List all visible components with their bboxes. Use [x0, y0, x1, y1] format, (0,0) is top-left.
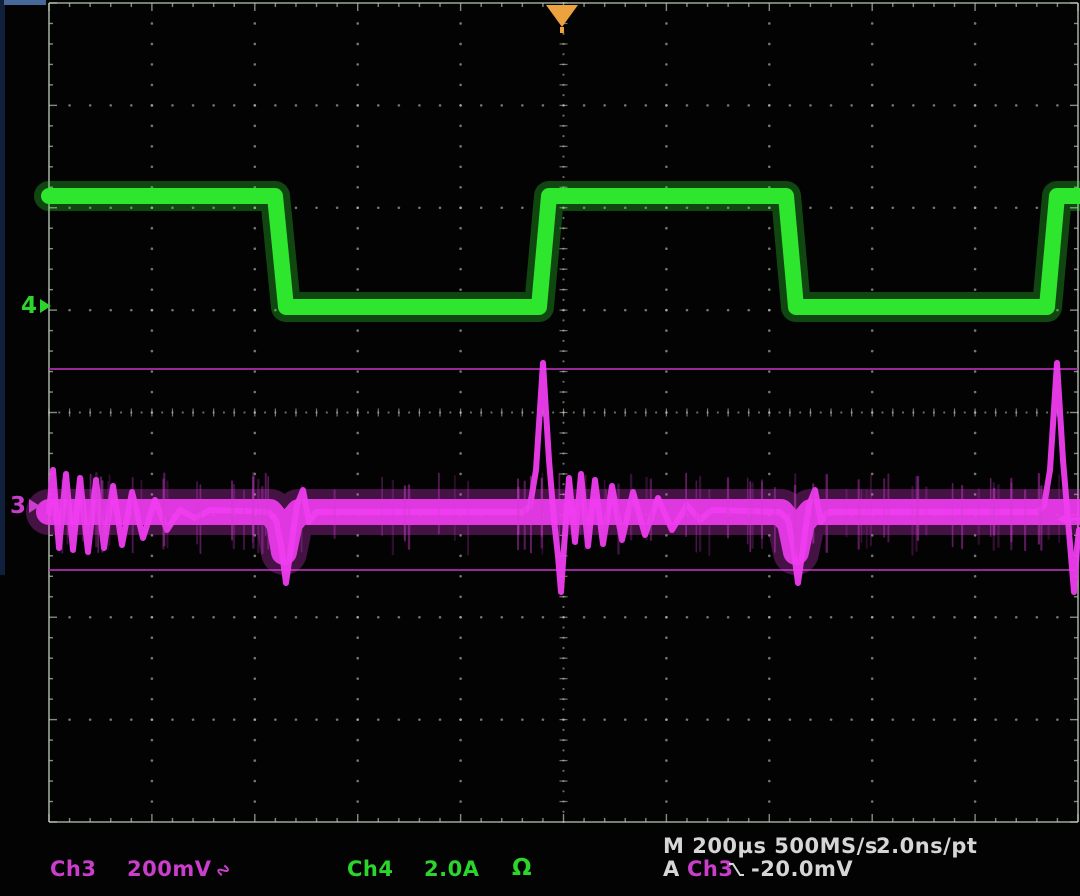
- ch3-coupling-icon: ∿: [215, 857, 231, 881]
- ch3-waveform: [49, 363, 1079, 592]
- ch3-readout-label[interactable]: Ch3: [50, 857, 96, 881]
- ch3-position-marker[interactable]: 3: [10, 495, 40, 518]
- oscilloscope-screen: 3 4 Ch3 200mV ∿ Ch4 2.0A Ω M 200µs 500MS…: [0, 0, 1080, 896]
- ch4-scale-readout[interactable]: 2.0A: [424, 857, 479, 881]
- ch4-readout-label[interactable]: Ch4: [347, 857, 393, 881]
- ch4-position-marker[interactable]: 4: [21, 295, 51, 318]
- trigger-mode-label: A: [663, 857, 680, 881]
- ch4-marker-arrow-icon: [40, 299, 51, 313]
- ch3-scale-readout[interactable]: 200mV: [127, 857, 211, 881]
- falling-slope-icon: [728, 861, 746, 878]
- waveform-display: [0, 0, 1080, 830]
- ch4-marker-label: 4: [21, 293, 38, 319]
- ch4-impedance-icon: Ω: [512, 855, 532, 881]
- squiggle-glyph: ∿: [210, 858, 237, 883]
- timebase-readout: M 200µs 500MS/s: [663, 834, 878, 858]
- ch3-marker-arrow-icon: [29, 499, 40, 513]
- trigger-level-readout[interactable]: -20.0mV: [751, 857, 853, 881]
- trigger-position-marker-icon[interactable]: [546, 5, 578, 33]
- graticule: [48, 2, 1079, 823]
- resolution-readout: 2.0ns/pt: [876, 834, 977, 858]
- trigger-source-readout[interactable]: Ch3: [687, 857, 733, 881]
- ch3-marker-label: 3: [10, 493, 27, 519]
